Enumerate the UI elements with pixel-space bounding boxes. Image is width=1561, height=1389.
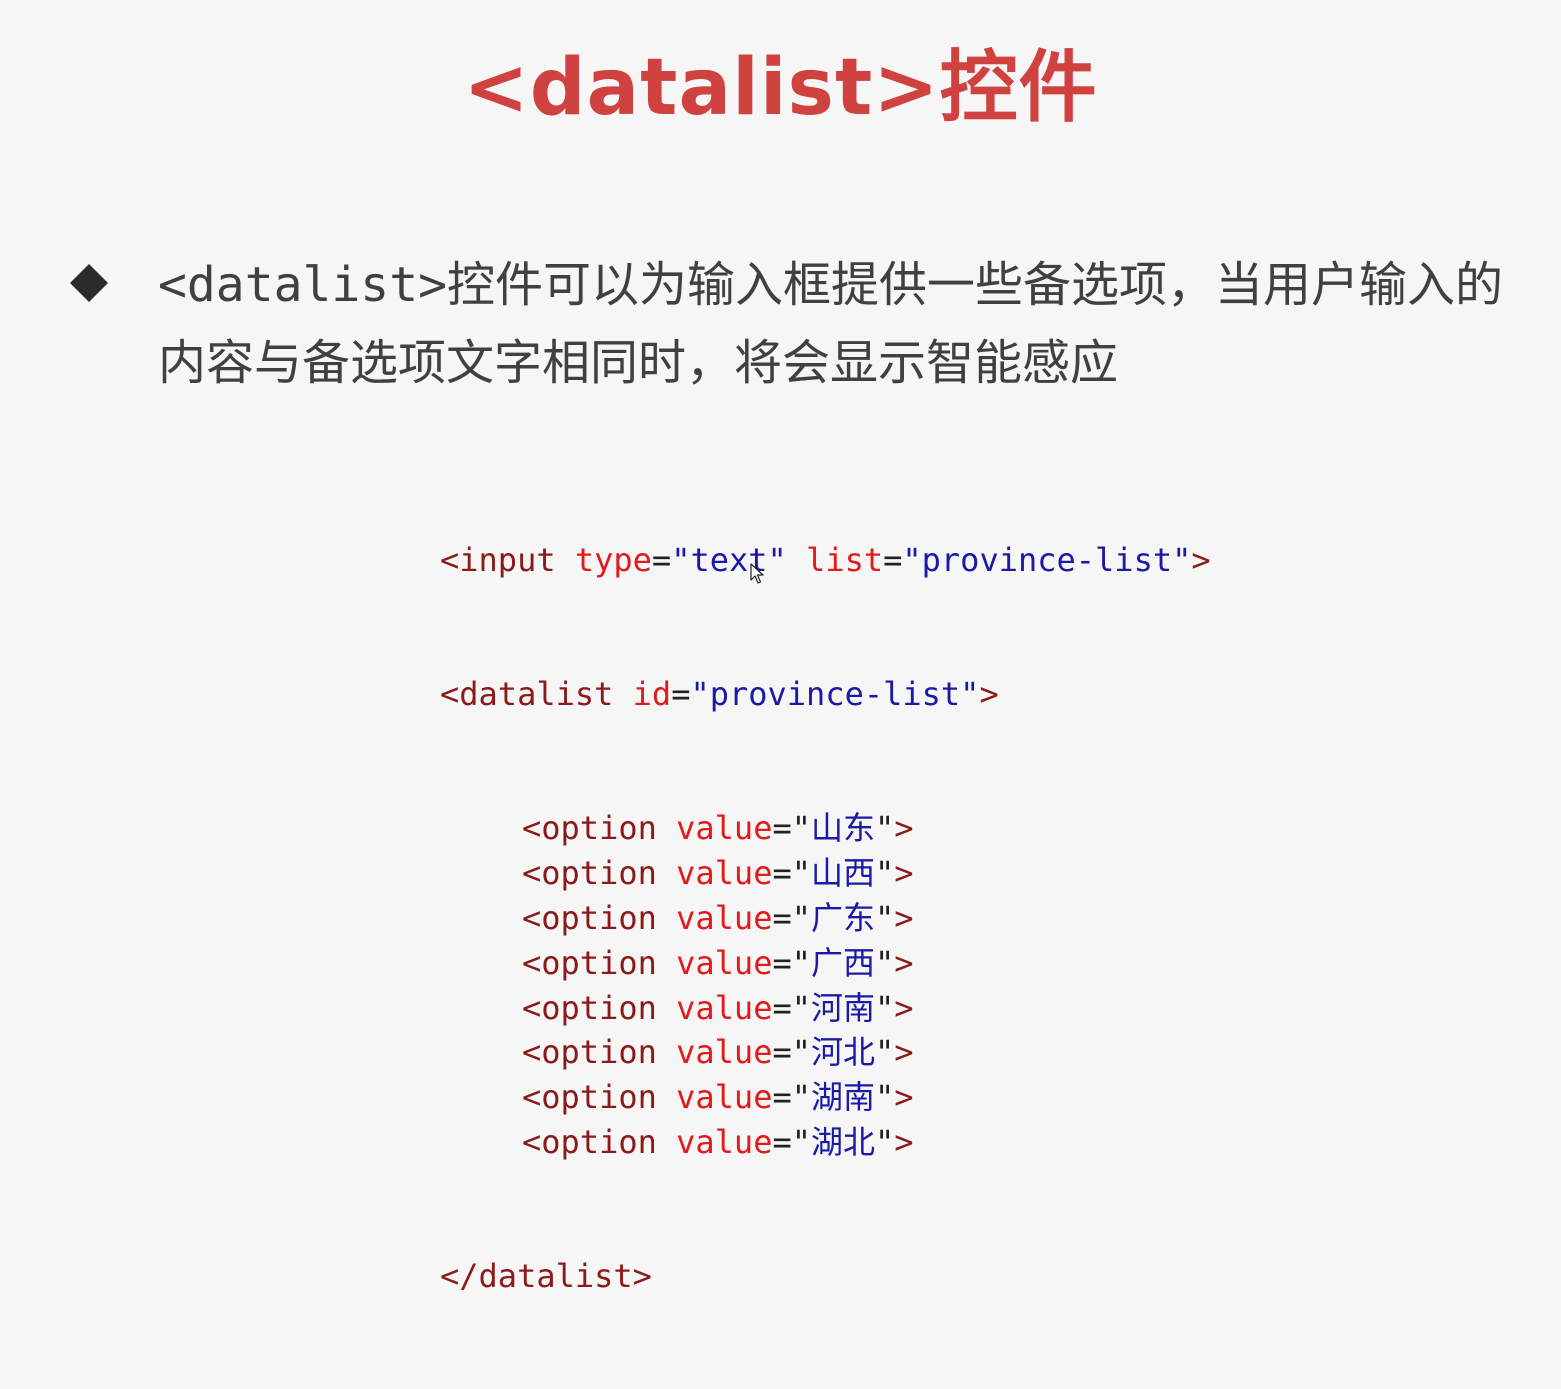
code-token-tag: <option <box>522 1122 657 1161</box>
code-token-attr: value <box>676 1078 773 1117</box>
code-token-attr: value <box>676 988 773 1027</box>
code-line-option: <option value="山西"> <box>440 851 1211 896</box>
code-token-string: "text" <box>671 540 787 579</box>
code-token-eq: =" <box>772 854 811 893</box>
code-line-option: <option value="广东"> <box>440 896 1211 941</box>
code-token-eq: " <box>875 1122 895 1161</box>
code-token-tag: > <box>894 1078 914 1117</box>
code-token-tag: <option <box>522 988 657 1027</box>
option-value: 河南 <box>810 988 875 1027</box>
code-token-tag: <option <box>522 1078 657 1117</box>
code-token-eq: " <box>875 854 895 893</box>
code-token-eq: = <box>671 674 691 713</box>
code-line-datalist-open: <datalist id="province-list"> <box>440 672 1211 717</box>
code-token-eq: " <box>875 1033 895 1072</box>
code-token-tag: > <box>979 674 999 713</box>
code-token-tag: > <box>894 1033 914 1072</box>
option-value: 山西 <box>810 854 875 893</box>
code-token-eq: =" <box>772 988 811 1027</box>
code-block: <input type="text" list="province-list">… <box>440 448 1211 1389</box>
code-token-attr: type <box>574 540 652 579</box>
code-token-tag: </datalist> <box>440 1257 652 1296</box>
code-token-eq: =" <box>772 1122 811 1161</box>
code-token-tag: <option <box>522 809 657 848</box>
code-token-tag: > <box>894 988 914 1027</box>
code-token-attr: value <box>676 943 773 982</box>
code-token-string: "province-list" <box>902 540 1192 579</box>
code-token-eq: " <box>875 1078 895 1117</box>
code-token-eq: =" <box>772 809 811 848</box>
slide-title: <datalist>控件 <box>463 43 1098 133</box>
mouse-pointer-icon <box>750 563 764 584</box>
code-token-attr: value <box>676 1033 773 1072</box>
code-token-attr: value <box>676 898 773 937</box>
code-token-tag: > <box>894 1122 914 1161</box>
code-token-tag: <input <box>440 540 556 579</box>
code-token-tag: <option <box>522 854 657 893</box>
code-token-string: "province-list" <box>690 674 980 713</box>
code-token-tag: <datalist <box>440 674 614 713</box>
code-token-eq: =" <box>772 898 811 937</box>
code-token-eq: =" <box>772 943 811 982</box>
option-value: 湖南 <box>810 1078 875 1117</box>
option-value: 山东 <box>810 809 875 848</box>
code-line-option: <option value="湖南"> <box>440 1075 1211 1120</box>
option-value: 湖北 <box>810 1122 875 1161</box>
code-token-tag: <option <box>522 1033 657 1072</box>
code-token-attr: value <box>676 1122 773 1161</box>
code-token-eq: =" <box>772 1033 811 1072</box>
code-token-eq: = <box>651 540 672 579</box>
code-token-eq: = <box>883 540 903 579</box>
code-line-option: <option value="山东"> <box>440 806 1211 851</box>
code-token-tag: <option <box>522 943 657 982</box>
code-line-option: <option value="湖北"> <box>440 1120 1211 1165</box>
code-token-attr: value <box>676 809 773 848</box>
slide: <datalist>控件 <datalist>控件可以为输入框提供一些备选项，当… <box>0 0 1561 1295</box>
code-line-input: <input type="text" list="province-list"> <box>440 538 1211 583</box>
bullet-text: <datalist>控件可以为输入框提供一些备选项，当用户输入的内容与备选项文字… <box>158 246 1543 402</box>
code-token-eq: =" <box>772 1078 811 1117</box>
code-token-attr: value <box>676 854 773 893</box>
code-token-tag: > <box>894 943 914 982</box>
option-value: 河北 <box>810 1033 875 1072</box>
code-token-eq: " <box>875 898 895 937</box>
code-line-option: <option value="河南"> <box>440 986 1211 1031</box>
code-token-eq: " <box>875 943 895 982</box>
code-token-tag: > <box>1191 540 1211 579</box>
code-line-datalist-close: </datalist> <box>440 1254 1211 1299</box>
code-line-option: <option value="河北"> <box>440 1030 1211 1075</box>
code-token-tag: <option <box>522 898 657 937</box>
option-value: 广东 <box>810 898 875 937</box>
code-token-tag: > <box>894 809 914 848</box>
code-token-eq: " <box>875 988 895 1027</box>
option-lines: <option value="山东"> <option value="山西"> <o… <box>440 806 1211 1164</box>
code-token-eq: " <box>875 809 895 848</box>
code-token-attr: list <box>806 540 884 579</box>
code-token-tag: > <box>894 854 914 893</box>
option-value: 广西 <box>810 943 875 982</box>
bullet-tag-text: <datalist> <box>158 257 447 313</box>
diamond-bullet-icon <box>70 264 108 302</box>
code-line-option: <option value="广西"> <box>440 941 1211 986</box>
code-token-tag: > <box>894 898 914 937</box>
code-token-attr: id <box>632 674 672 713</box>
